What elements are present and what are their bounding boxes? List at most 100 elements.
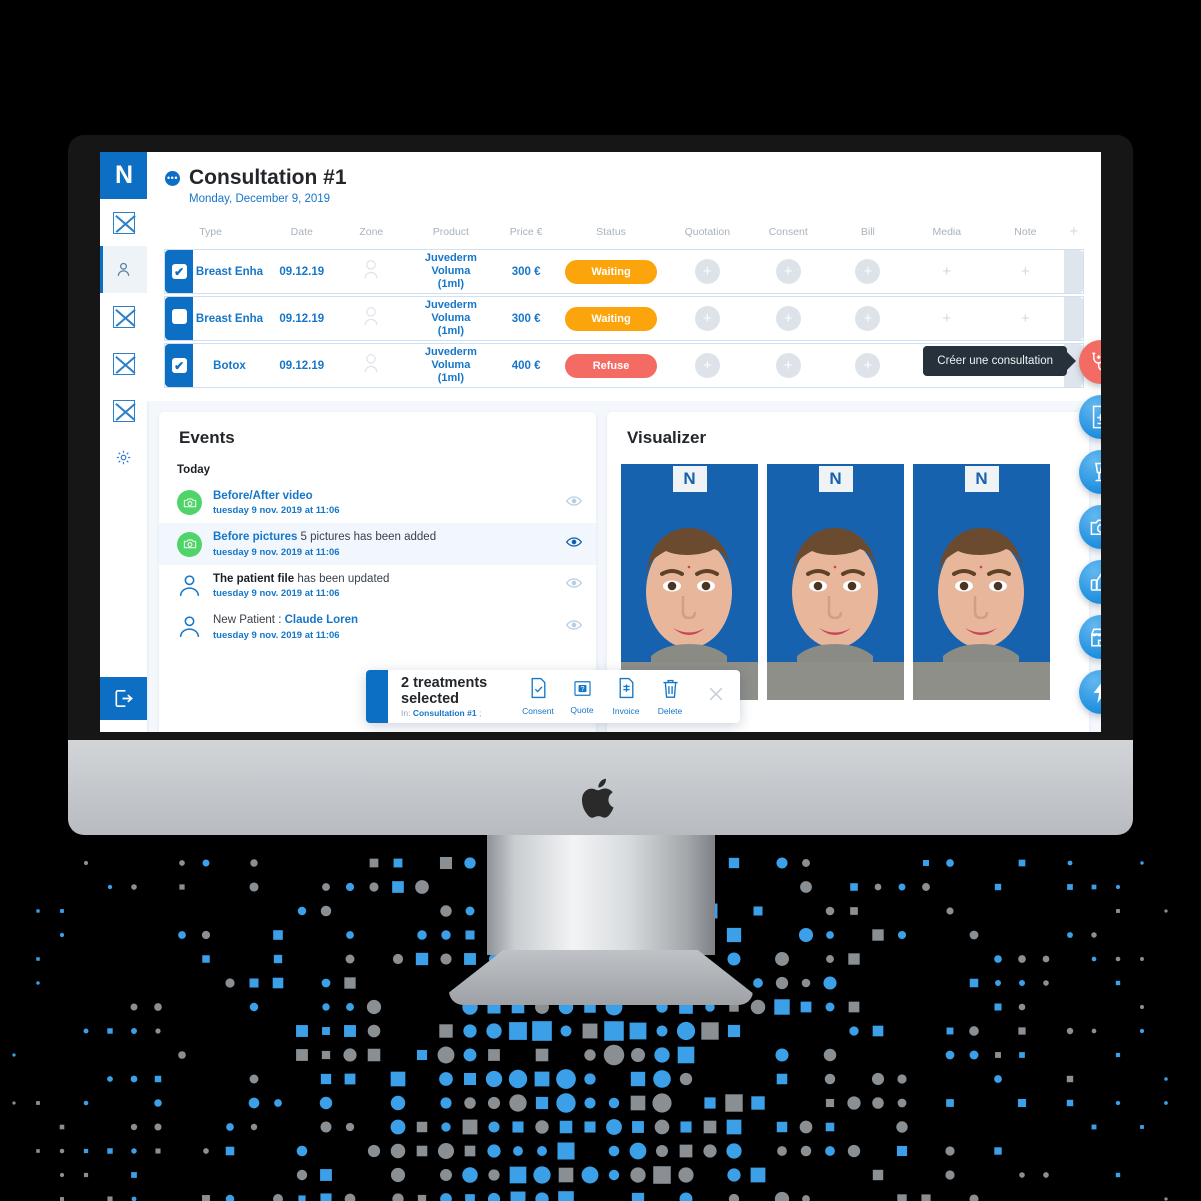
cell-quotation[interactable]: + bbox=[666, 297, 749, 340]
create-consultation-fab[interactable] bbox=[1079, 340, 1101, 384]
plus-circle-icon[interactable]: + bbox=[775, 353, 801, 378]
plus-circle-icon[interactable]: + bbox=[855, 306, 881, 331]
cell-zone[interactable] bbox=[337, 344, 405, 387]
event-item[interactable]: Before/After video tuesday 9 nov. 2019 at… bbox=[159, 482, 596, 523]
status-badge[interactable]: Waiting bbox=[565, 259, 658, 284]
col-price: Price € bbox=[509, 225, 543, 238]
sidebar-item-settings[interactable] bbox=[100, 434, 147, 481]
status-badge[interactable]: Waiting bbox=[565, 306, 658, 331]
plus-circle-icon[interactable]: + bbox=[694, 306, 720, 331]
plus-icon[interactable]: + bbox=[942, 263, 951, 280]
row-checkbox[interactable] bbox=[171, 308, 187, 324]
event-item[interactable]: New Patient : Claude Loren tuesday 9 nov.… bbox=[159, 606, 596, 647]
row-checkbox[interactable]: ✔ bbox=[171, 264, 187, 279]
table-row[interactable]: Breast Enha 09.12.19 Juvederm Voluma (1ml) 30… bbox=[165, 297, 1083, 340]
store-fab[interactable] bbox=[1079, 615, 1101, 659]
box-x-icon bbox=[112, 305, 135, 328]
plus-icon[interactable]: + bbox=[1021, 310, 1030, 327]
watermark-logo: N bbox=[818, 466, 853, 492]
portrait-illustration bbox=[913, 464, 1050, 700]
row-checkbox-cell[interactable] bbox=[165, 297, 194, 340]
logout-icon bbox=[115, 690, 133, 707]
patient-photo[interactable]: N bbox=[621, 464, 758, 700]
cell-product: Juvederm Voluma (1ml) bbox=[404, 297, 497, 340]
patient-photo[interactable]: N bbox=[913, 464, 1050, 700]
cell-media[interactable]: + bbox=[907, 297, 987, 340]
cell-zone[interactable] bbox=[337, 297, 405, 340]
plus-circle-icon[interactable]: + bbox=[775, 306, 801, 331]
create-injection-fab[interactable] bbox=[1079, 450, 1101, 494]
status-badge[interactable]: Refuse bbox=[565, 353, 658, 378]
plus-circle-icon[interactable]: + bbox=[694, 353, 720, 378]
cell-status[interactable]: Waiting bbox=[555, 297, 667, 340]
plus-circle-icon[interactable]: + bbox=[775, 259, 801, 284]
quote-icon: ? bbox=[573, 680, 591, 696]
cell-consent[interactable]: + bbox=[748, 250, 829, 293]
selection-sub-link[interactable]: Consultation #1 bbox=[413, 708, 477, 718]
col-status: Status bbox=[596, 225, 626, 238]
quick-action-fab[interactable] bbox=[1079, 670, 1101, 714]
row-checkbox-cell[interactable]: ✔ bbox=[165, 344, 194, 387]
head-outline-icon bbox=[364, 307, 378, 326]
cell-consent[interactable]: + bbox=[748, 297, 829, 340]
selection-action-invoice[interactable]: Invoice bbox=[604, 677, 648, 716]
sidebar-item-placeholder-2[interactable] bbox=[100, 293, 147, 340]
add-column-icon[interactable]: + bbox=[1069, 223, 1078, 240]
user-icon bbox=[117, 262, 130, 276]
create-document-fab[interactable] bbox=[1079, 395, 1101, 439]
cell-quotation[interactable]: + bbox=[666, 250, 749, 293]
cell-status[interactable]: Refuse bbox=[555, 344, 667, 387]
app-logo[interactable]: N bbox=[100, 152, 147, 199]
cell-zone[interactable] bbox=[337, 250, 405, 293]
sidebar-item-mail-placeholder[interactable] bbox=[100, 199, 147, 246]
selection-action-consent[interactable]: Consent bbox=[516, 677, 560, 716]
eye-icon[interactable] bbox=[565, 494, 583, 512]
close-selection-button[interactable] bbox=[692, 684, 740, 710]
cell-quotation[interactable]: + bbox=[666, 344, 749, 387]
satisfaction-fab[interactable] bbox=[1079, 560, 1101, 604]
event-title: Before pictures 5 pictures has been adde… bbox=[213, 531, 437, 544]
plus-icon[interactable]: + bbox=[942, 310, 951, 327]
cell-note[interactable]: + bbox=[986, 297, 1065, 340]
selection-action-delete[interactable]: Delete bbox=[648, 678, 692, 716]
cell-consent[interactable]: + bbox=[748, 344, 829, 387]
eye-icon[interactable] bbox=[565, 535, 583, 553]
cell-status[interactable]: Waiting bbox=[555, 250, 667, 293]
col-product: Product bbox=[432, 225, 469, 238]
plus-icon[interactable]: + bbox=[1021, 263, 1030, 280]
table-row[interactable]: ✔ Breast Enha 09.12.19 Juvederm Voluma (1ml) 3… bbox=[165, 250, 1083, 293]
portrait-illustration bbox=[767, 464, 904, 700]
dots-icon[interactable]: ••• bbox=[165, 170, 180, 186]
document-plus-icon bbox=[1092, 405, 1101, 429]
invoice-icon bbox=[619, 677, 633, 699]
patient-photo[interactable]: N bbox=[767, 464, 904, 700]
cell-media[interactable]: + bbox=[907, 250, 987, 293]
plus-circle-icon[interactable]: + bbox=[855, 259, 881, 284]
cell-bill[interactable]: + bbox=[828, 297, 908, 340]
event-timestamp: tuesday 9 nov. 2019 at 11:06 bbox=[213, 546, 340, 558]
thumbs-up-icon bbox=[1090, 573, 1101, 591]
event-item[interactable]: Before pictures 5 pictures has been adde… bbox=[159, 523, 596, 565]
sidebar-item-patients[interactable] bbox=[100, 246, 147, 293]
selection-accent bbox=[366, 670, 388, 723]
sidebar-item-placeholder-3[interactable] bbox=[100, 340, 147, 387]
event-text: Before/After video tuesday 9 nov. 2019 at… bbox=[213, 489, 555, 516]
row-checkbox[interactable]: ✔ bbox=[171, 358, 187, 373]
cell-note[interactable]: + bbox=[986, 250, 1065, 293]
plus-circle-icon[interactable]: + bbox=[694, 259, 720, 284]
row-end-cell bbox=[1064, 297, 1083, 340]
add-photo-fab[interactable] bbox=[1079, 505, 1101, 549]
row-checkbox-cell[interactable]: ✔ bbox=[165, 250, 194, 293]
col-type: Type bbox=[199, 225, 222, 238]
portrait-illustration bbox=[621, 464, 758, 700]
event-item[interactable]: The patient file has been updated tuesday… bbox=[159, 565, 596, 606]
eye-icon[interactable] bbox=[565, 618, 583, 636]
selection-action-quote[interactable]: ? Quote bbox=[560, 679, 604, 715]
sidebar-item-placeholder-4[interactable] bbox=[100, 387, 147, 434]
logout-button[interactable] bbox=[100, 677, 147, 720]
plus-circle-icon[interactable]: + bbox=[855, 353, 881, 378]
col-bill: Bill bbox=[860, 225, 875, 238]
eye-icon[interactable] bbox=[565, 576, 583, 594]
cell-bill[interactable]: + bbox=[828, 344, 908, 387]
cell-bill[interactable]: + bbox=[828, 250, 908, 293]
